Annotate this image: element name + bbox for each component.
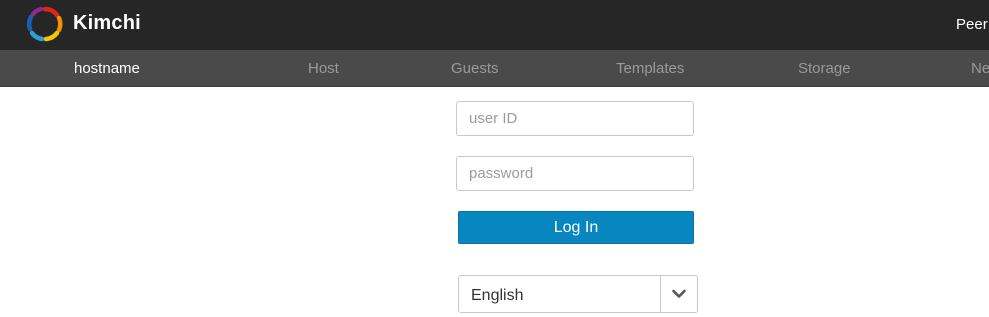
language-select[interactable]: English: [458, 275, 698, 313]
user-id-input[interactable]: [456, 101, 694, 136]
kimchi-logo-icon: [26, 6, 63, 42]
password-input[interactable]: [456, 156, 694, 191]
chevron-down-icon[interactable]: [661, 276, 697, 312]
nav-tab-storage[interactable]: Storage: [798, 60, 851, 77]
nav-tab-guests[interactable]: Guests: [451, 60, 499, 77]
nav-tab-hostname[interactable]: hostname: [74, 60, 140, 77]
nav-tab-templates[interactable]: Templates: [616, 60, 684, 77]
language-selected-value: English: [471, 287, 524, 304]
login-button[interactable]: Log In: [458, 211, 694, 244]
nav-tab-host[interactable]: Host: [308, 60, 339, 77]
top-bar: Kimchi Peer: [0, 0, 989, 50]
main-nav: hostname Host Guests Templates Storage N…: [0, 50, 989, 87]
nav-tab-network[interactable]: Ne: [971, 60, 989, 77]
app-brand-name: Kimchi: [73, 12, 141, 34]
peers-menu[interactable]: Peer: [956, 16, 988, 33]
